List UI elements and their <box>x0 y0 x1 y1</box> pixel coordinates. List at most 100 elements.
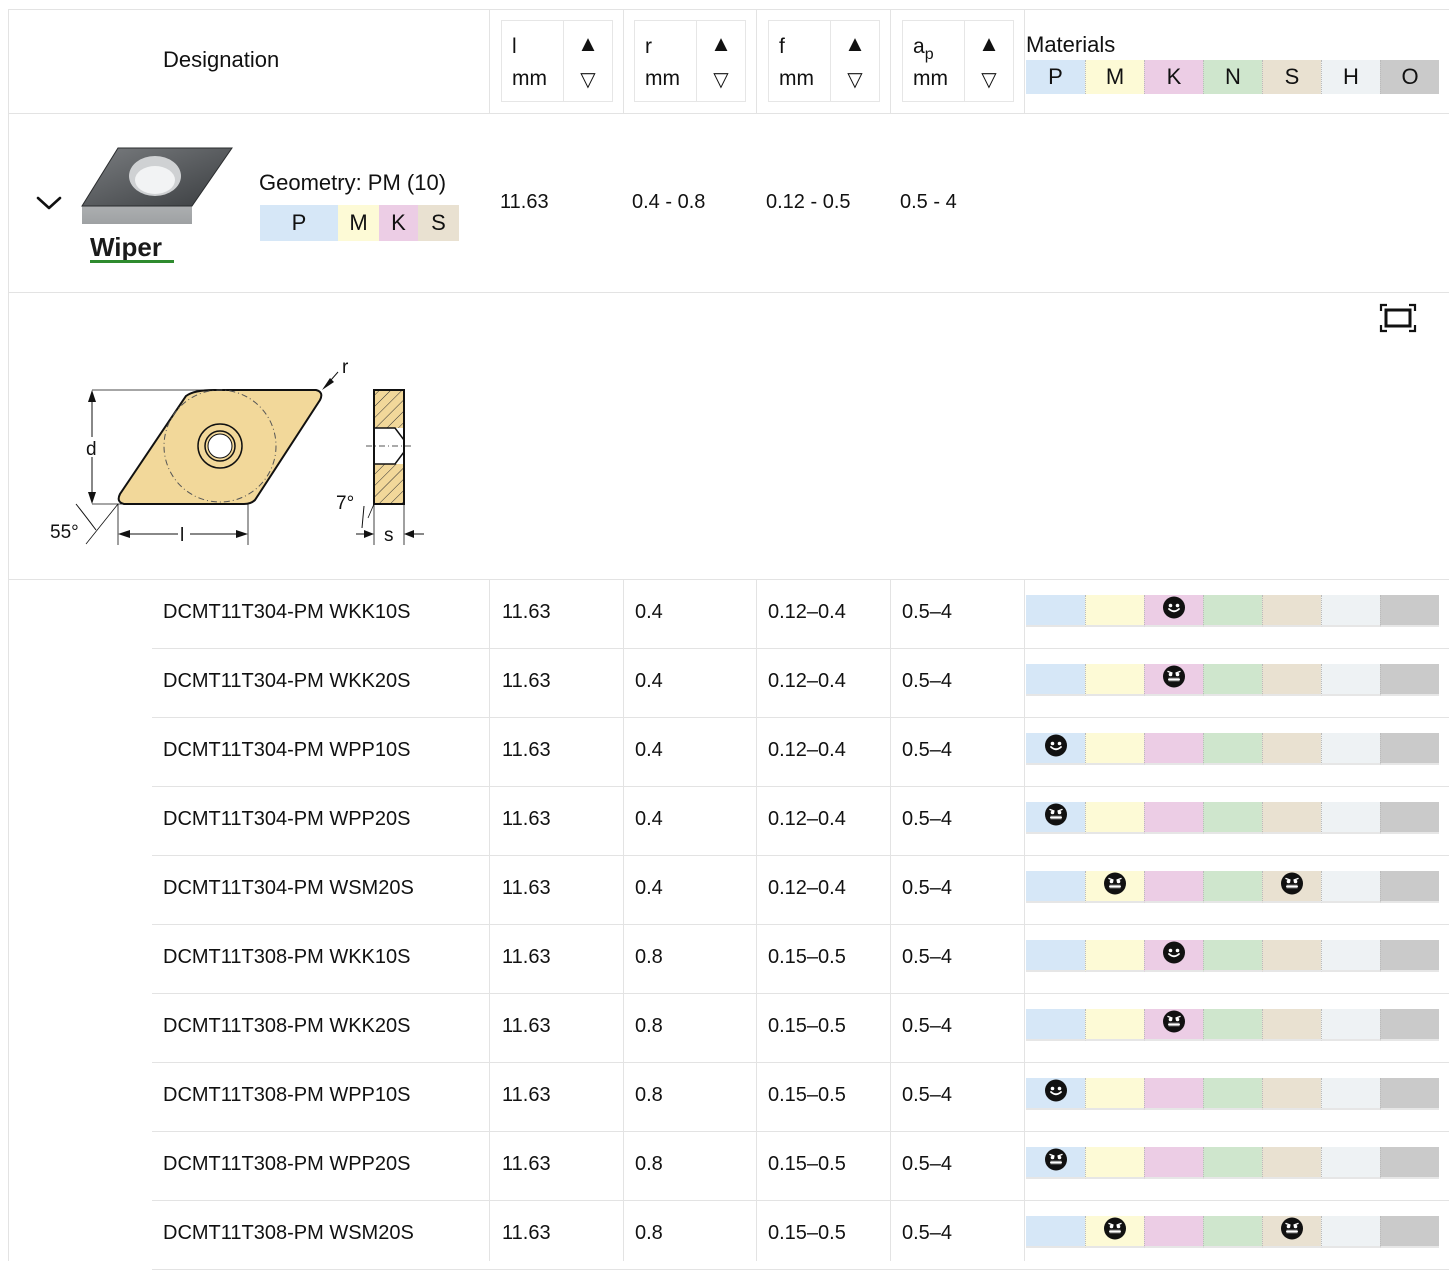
drawing-label-d: d <box>86 439 97 460</box>
material-cell-m <box>1085 1216 1144 1248</box>
wiper-underline <box>90 260 174 263</box>
material-cell-o <box>1380 1147 1439 1179</box>
article-designation: DCMT11T308-PM WKK10S <box>163 946 411 968</box>
material-cell-p <box>1026 1009 1085 1041</box>
article-r-value: 0.8 <box>635 1153 663 1175</box>
article-l-value: 11.63 <box>502 670 551 692</box>
insert-technical-drawing: d l 55° r 7° s <box>40 350 440 550</box>
column-unit-l: mm <box>512 67 547 90</box>
sort-descending-ap-button[interactable]: ▽ <box>965 63 1013 97</box>
sort-ascending-f-button[interactable]: ▲ <box>831 27 879 61</box>
article-r-value: 0.4 <box>635 601 663 623</box>
material-cell-k <box>1144 1009 1203 1041</box>
material-cell-n <box>1203 1147 1262 1179</box>
material-cell-o <box>1380 1009 1439 1041</box>
material-header-o: O <box>1380 60 1439 94</box>
article-designation: DCMT11T304-PM WSM20S <box>163 877 414 899</box>
material-cell-o <box>1380 664 1439 696</box>
material-cell-k <box>1144 940 1203 972</box>
sort-ascending-r-button[interactable]: ▲ <box>697 27 745 61</box>
article-designation: DCMT11T304-PM WPP10S <box>163 739 411 761</box>
material-cell-n <box>1203 595 1262 627</box>
column-unit-ap: mm <box>913 67 948 90</box>
article-l-value: 11.63 <box>502 739 551 761</box>
article-ap-value: 0.5–4 <box>902 1084 953 1106</box>
article-designation: DCMT11T308-PM WSM20S <box>163 1222 414 1244</box>
drawing-label-55: 55° <box>50 522 79 543</box>
material-cell-p <box>1026 733 1085 765</box>
material-cell-m <box>1085 733 1144 765</box>
material-cell-p <box>1026 664 1085 696</box>
material-cell-m <box>1085 595 1144 627</box>
article-f-value: 0.12–0.4 <box>768 601 846 623</box>
article-f-value: 0.12–0.4 <box>768 739 846 761</box>
material-cell-o <box>1380 871 1439 903</box>
article-l-value: 11.63 <box>502 1153 551 1175</box>
material-cell-p <box>1026 1147 1085 1179</box>
article-f-value: 0.12–0.4 <box>768 670 846 692</box>
material-header-s: S <box>1262 60 1321 94</box>
material-cell-o <box>1380 595 1439 627</box>
sort-ascending-l-button[interactable]: ▲ <box>564 27 612 61</box>
group-ap-value: 0.5 - 4 <box>900 191 957 213</box>
sort-descending-r-button[interactable]: ▽ <box>697 63 745 97</box>
neutral-face-icon <box>1280 1217 1304 1246</box>
designation-header: Designation <box>163 47 280 72</box>
material-header-p: P <box>1026 60 1085 94</box>
smiley-face-icon <box>1044 734 1068 763</box>
material-cell-o <box>1380 1216 1439 1248</box>
article-ap-value: 0.5–4 <box>902 808 953 830</box>
material-cell-n <box>1203 871 1262 903</box>
article-f-value: 0.12–0.4 <box>768 877 846 899</box>
sort-r-column: r mm ▲ ▽ <box>634 20 746 102</box>
material-cell-h <box>1321 940 1380 972</box>
material-cell-s <box>1262 1147 1321 1179</box>
column-label-l: l <box>512 35 517 58</box>
sort-descending-l-button[interactable]: ▽ <box>564 63 612 97</box>
material-cell-h <box>1321 1147 1380 1179</box>
geometry-material-chip-m: M <box>338 205 379 241</box>
sort-descending-f-button[interactable]: ▽ <box>831 63 879 97</box>
material-cell-h <box>1321 733 1380 765</box>
article-ap-value: 0.5–4 <box>902 670 953 692</box>
drawing-label-7: 7° <box>336 493 354 514</box>
article-f-value: 0.12–0.4 <box>768 808 846 830</box>
material-cell-m <box>1085 1009 1144 1041</box>
material-cell-h <box>1321 802 1380 834</box>
sort-ascending-ap-button[interactable]: ▲ <box>965 27 1013 61</box>
neutral-face-icon <box>1044 803 1068 832</box>
material-header-m: M <box>1085 60 1144 94</box>
material-cell-p <box>1026 595 1085 627</box>
material-cell-s <box>1262 871 1321 903</box>
material-cell-h <box>1321 595 1380 627</box>
neutral-face-icon <box>1162 665 1186 694</box>
article-r-value: 0.4 <box>635 877 663 899</box>
material-cell-p <box>1026 802 1085 834</box>
smiley-face-icon <box>1162 941 1186 970</box>
article-r-value: 0.8 <box>635 1084 663 1106</box>
article-l-value: 11.63 <box>502 946 551 968</box>
material-cell-p <box>1026 871 1085 903</box>
material-cell-m <box>1085 1078 1144 1110</box>
material-header-n: N <box>1203 60 1262 94</box>
article-r-value: 0.4 <box>635 670 663 692</box>
material-cell-n <box>1203 733 1262 765</box>
smiley-face-icon <box>1044 1079 1068 1108</box>
article-l-value: 11.63 <box>502 1222 551 1244</box>
group-l-value: 11.63 <box>500 191 549 213</box>
neutral-face-icon <box>1103 1217 1127 1246</box>
fullscreen-icon[interactable] <box>1378 302 1418 334</box>
article-r-value: 0.4 <box>635 808 663 830</box>
article-f-value: 0.15–0.5 <box>768 1084 846 1106</box>
material-cell-s <box>1262 1216 1321 1248</box>
material-cell-o <box>1380 802 1439 834</box>
insert-image: Wiper <box>78 144 236 269</box>
material-cell-o <box>1380 1078 1439 1110</box>
article-ap-value: 0.5–4 <box>902 1222 953 1244</box>
wiper-logo-text: Wiper <box>90 232 162 262</box>
material-cell-p <box>1026 1216 1085 1248</box>
drawing-label-l: l <box>180 525 184 546</box>
drawing-label-r: r <box>342 357 349 378</box>
article-ap-value: 0.5–4 <box>902 877 953 899</box>
chevron-down-icon[interactable] <box>32 186 66 220</box>
